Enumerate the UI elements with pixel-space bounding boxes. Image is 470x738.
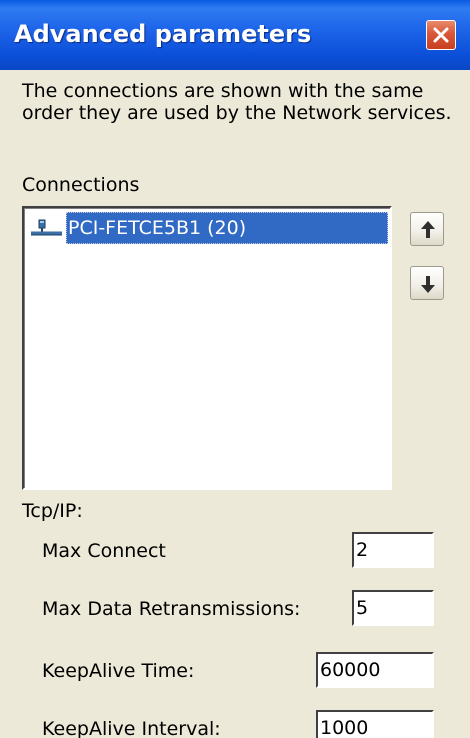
connections-label: Connections: [22, 174, 140, 196]
max-connect-label: Max Connect: [42, 540, 166, 562]
keepalive-time-field[interactable]: [316, 652, 434, 688]
max-data-retransmissions-label: Max Data Retransmissions:: [42, 598, 301, 620]
max-connect-field[interactable]: [352, 532, 434, 568]
max-data-retransmissions-field[interactable]: [352, 590, 434, 626]
arrow-up-icon: [421, 221, 435, 238]
tcpip-label: Tcp/IP:: [22, 500, 83, 522]
keepalive-interval-label: KeepAlive Interval:: [42, 718, 221, 738]
advanced-parameters-dialog: Advanced parameters The connections are …: [0, 0, 470, 738]
dialog-description: The connections are shown with the same …: [22, 80, 452, 124]
close-button[interactable]: [426, 20, 456, 50]
list-item[interactable]: PCI-FETCE5B1 (20): [28, 212, 388, 244]
connection-label: PCI-FETCE5B1 (20): [66, 212, 388, 244]
dialog-title: Advanced parameters: [14, 20, 312, 48]
keepalive-time-label: KeepAlive Time:: [42, 660, 195, 682]
title-bar[interactable]: Advanced parameters: [0, 0, 470, 70]
move-up-button[interactable]: [410, 212, 444, 246]
close-icon: [433, 27, 449, 43]
connections-list[interactable]: PCI-FETCE5B1 (20): [22, 206, 392, 490]
arrow-down-icon: [421, 276, 435, 293]
move-down-button[interactable]: [410, 266, 444, 300]
network-connection-icon: [31, 219, 62, 236]
keepalive-interval-field[interactable]: [316, 710, 434, 738]
